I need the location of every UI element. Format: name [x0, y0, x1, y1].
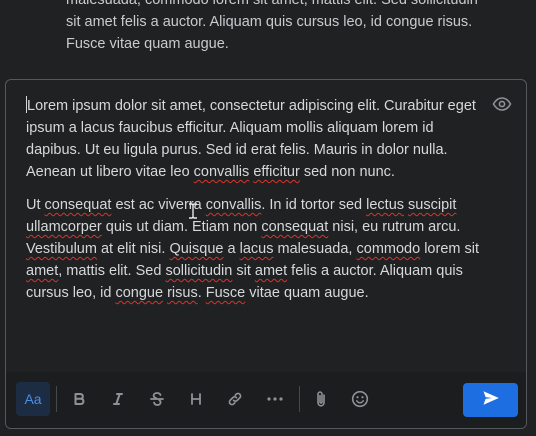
misspelled-word[interactable]: ullamcorper	[26, 219, 102, 235]
misspelled-word[interactable]: lacus	[240, 241, 274, 257]
misspelled-word[interactable]: consequat	[45, 197, 112, 213]
editor-paragraph-2: Ut consequat est ac viverra convallis. I…	[26, 197, 479, 301]
bold-icon	[72, 392, 86, 406]
emoji-icon	[351, 390, 369, 408]
heading-icon	[189, 392, 203, 406]
misspelled-word[interactable]: convallis	[206, 197, 262, 213]
formatting-toolbar: Aa	[6, 372, 526, 428]
format-toggle-button[interactable]: Aa	[16, 382, 50, 416]
misspelled-word[interactable]: Quisque	[169, 241, 223, 257]
strikethrough-icon	[149, 391, 165, 407]
misspelled-word[interactable]: convallis	[194, 164, 250, 180]
misspelled-word[interactable]: consequat	[261, 219, 328, 235]
misspelled-word[interactable]: amet	[26, 263, 58, 279]
send-icon	[482, 390, 500, 411]
toolbar-divider	[299, 386, 300, 412]
misspelled-word[interactable]: lectus	[366, 197, 404, 213]
misspelled-word[interactable]: suscipit	[408, 197, 456, 213]
previous-message-line: Fusce vitae quam augue.	[66, 36, 229, 52]
chat-page: malesuada, commodo lorem sit amet, matti…	[0, 0, 536, 436]
misspelled-word[interactable]: efficitur	[253, 164, 299, 180]
misspelled-word[interactable]: risus	[167, 285, 198, 301]
previous-message-line: malesuada, commodo lorem sit amet, matti…	[66, 0, 478, 8]
attach-button[interactable]	[304, 382, 338, 416]
italic-icon	[111, 392, 125, 406]
more-formatting-button[interactable]	[258, 382, 292, 416]
misspelled-word[interactable]: congue	[115, 285, 163, 301]
text-cursor-icon	[188, 203, 198, 219]
previous-message-line: sit amet felis a auctor. Aliquam quis cu…	[66, 14, 473, 30]
previous-message: malesuada, commodo lorem sit amet, matti…	[66, 0, 526, 55]
misspelled-word[interactable]: Vestibulum	[26, 241, 97, 257]
bold-button[interactable]	[62, 382, 96, 416]
send-button[interactable]	[463, 383, 518, 417]
emoji-button[interactable]	[343, 382, 377, 416]
heading-button[interactable]	[179, 382, 213, 416]
more-icon	[267, 397, 283, 401]
message-composer: Lorem ipsum dolor sit amet, consectetur …	[5, 79, 527, 429]
toolbar-divider	[56, 386, 57, 412]
misspelled-word[interactable]: commodo	[357, 241, 421, 257]
misspelled-word[interactable]: amet	[255, 263, 287, 279]
eye-icon[interactable]	[492, 96, 512, 112]
paperclip-icon	[313, 390, 329, 408]
misspelled-word[interactable]: sollicitudin	[165, 263, 232, 279]
link-button[interactable]	[218, 382, 252, 416]
strikethrough-button[interactable]	[140, 382, 174, 416]
editor-paragraph-1: Lorem ipsum dolor sit amet, consectetur …	[26, 96, 476, 180]
link-icon	[226, 390, 244, 408]
italic-button[interactable]	[101, 382, 135, 416]
misspelled-word[interactable]: Fusce	[206, 285, 246, 301]
message-editor[interactable]: Lorem ipsum dolor sit amet, consectetur …	[26, 95, 488, 315]
